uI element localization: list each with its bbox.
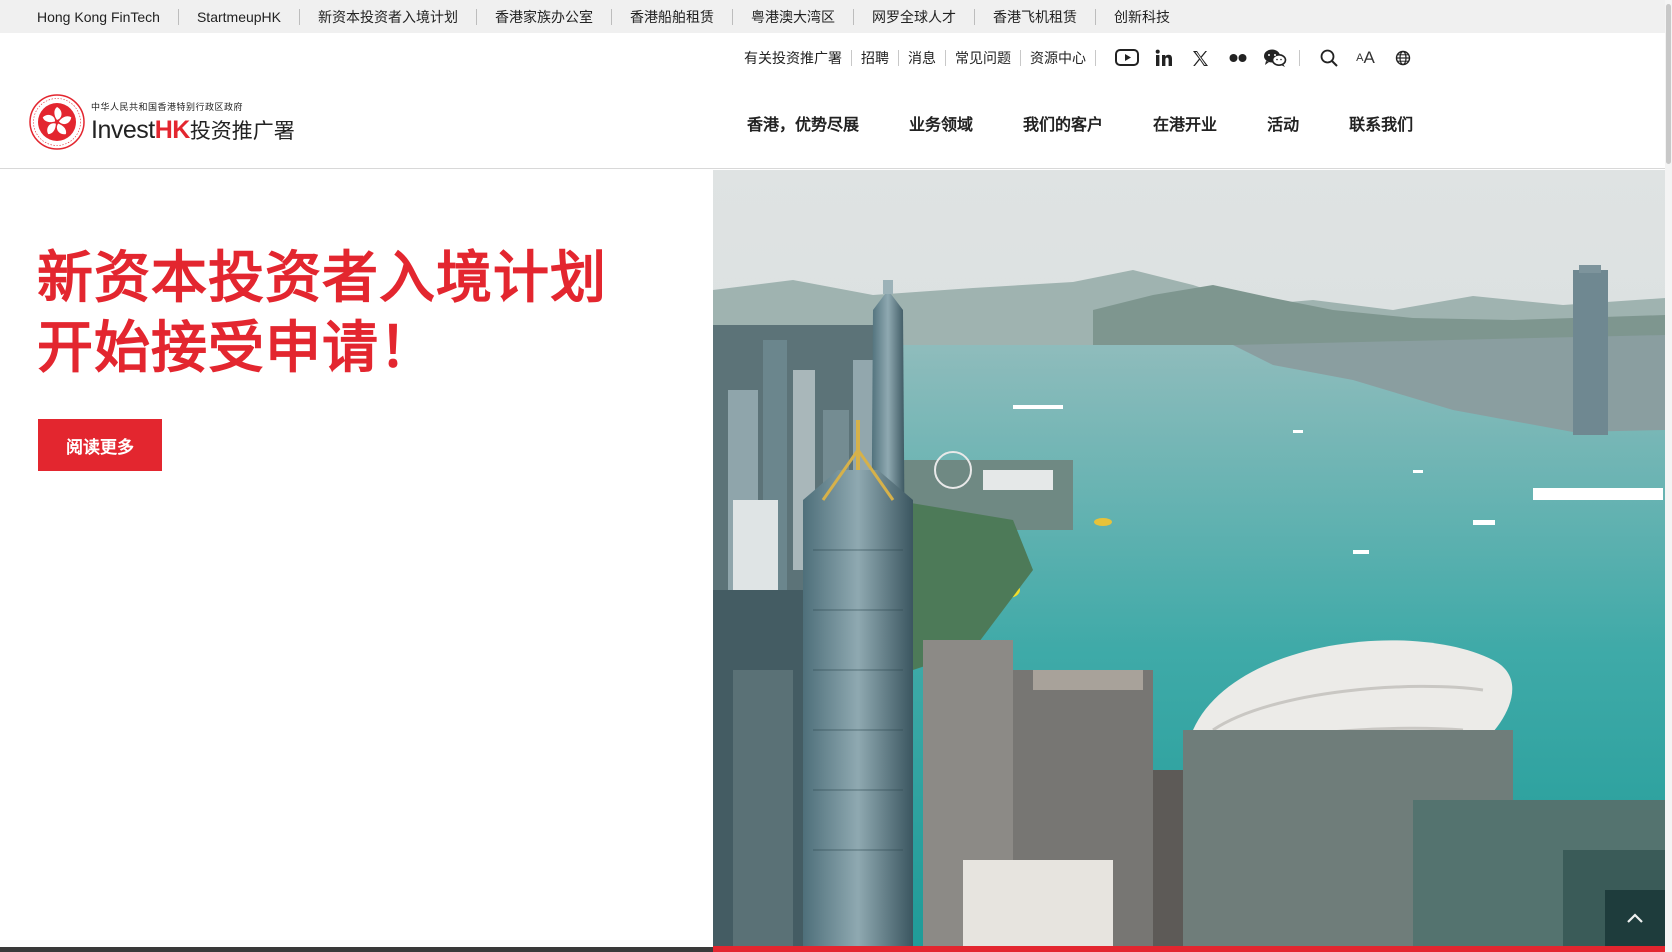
nav-item-why-hk[interactable]: 香港，优势尽展 <box>747 111 859 135</box>
topbar-link-fintech[interactable]: Hong Kong FinTech <box>37 8 179 25</box>
social-links <box>1108 46 1293 70</box>
back-to-top-button[interactable] <box>1605 890 1665 946</box>
util-link-about[interactable]: 有关投资推广署 <box>744 50 852 66</box>
logo-text: 中华人民共和国香港特别行政区政府 InvestHK投资推广署 <box>91 100 295 144</box>
linkedin-icon[interactable] <box>1145 46 1182 70</box>
flickr-icon[interactable] <box>1219 46 1256 70</box>
logo-brand-cn: 投资推广署 <box>189 119 295 143</box>
globe-icon[interactable] <box>1384 46 1421 70</box>
read-more-button[interactable]: 阅读更多 <box>38 419 162 471</box>
hero-accent-bar <box>713 946 1665 952</box>
main-nav: 香港，优势尽展 业务领域 我们的客户 在港开业 活动 联系我们 <box>747 111 1413 135</box>
bottom-divider <box>0 947 713 952</box>
hero-text-panel: 新资本投资者入境计划 开始接受申请！ 阅读更多 <box>0 170 713 952</box>
hero-title: 新资本投资者入境计划 开始接受申请！ <box>37 246 607 381</box>
page-scrollbar-thumb[interactable] <box>1666 4 1671 164</box>
util-link-resources[interactable]: 资源中心 <box>1021 50 1096 66</box>
nav-item-setup[interactable]: 在港开业 <box>1153 111 1217 135</box>
topbar-link-innotech[interactable]: 创新科技 <box>1114 9 1188 25</box>
wechat-icon[interactable] <box>1256 46 1293 70</box>
site-header: 有关投资推广署 招聘 消息 常见问题 资源中心 A A 中华人民共和国香港特别行… <box>0 33 1665 169</box>
top-utility-strip: Hong Kong FinTech StartmeupHK 新资本投资者入境计划… <box>0 0 1672 33</box>
util-link-faq[interactable]: 常见问题 <box>946 50 1021 66</box>
util-link-news[interactable]: 消息 <box>899 50 946 66</box>
topbar-link-investor-scheme[interactable]: 新资本投资者入境计划 <box>318 8 478 25</box>
nav-item-events[interactable]: 活动 <box>1267 111 1299 135</box>
topbar-link-family-office[interactable]: 香港家族办公室 <box>495 8 613 25</box>
utility-nav: 有关投资推广署 招聘 消息 常见问题 资源中心 A A <box>744 43 1421 73</box>
logo-brand-invest: Invest <box>91 116 155 144</box>
topbar-link-ship-leasing[interactable]: 香港船舶租赁 <box>630 8 734 25</box>
hksar-emblem-icon <box>29 94 85 150</box>
topbar-link-startmeuphk[interactable]: StartmeupHK <box>197 8 301 25</box>
nav-item-clients[interactable]: 我们的客户 <box>1023 111 1103 135</box>
chevron-up-icon <box>1627 913 1643 923</box>
font-size-large-label: A <box>1363 48 1375 67</box>
youtube-icon[interactable] <box>1108 46 1145 70</box>
logo-brand: InvestHK投资推广署 <box>91 117 295 144</box>
font-size-small-label: A <box>1356 52 1364 64</box>
topbar-link-global-talent[interactable]: 网罗全球人才 <box>872 8 976 25</box>
x-icon[interactable] <box>1182 46 1219 70</box>
nav-item-contact[interactable]: 联系我们 <box>1349 111 1413 135</box>
divider <box>1299 50 1300 66</box>
util-link-careers[interactable]: 招聘 <box>852 50 899 66</box>
nav-item-sectors[interactable]: 业务领域 <box>909 111 973 135</box>
topbar-link-greater-bay-area[interactable]: 粤港澳大湾区 <box>751 8 855 25</box>
investhk-logo[interactable]: 中华人民共和国香港特别行政区政府 InvestHK投资推广署 <box>29 90 295 154</box>
font-size-toggle[interactable]: AA <box>1347 46 1384 70</box>
header-tools: AA <box>1310 46 1421 70</box>
logo-gov-line: 中华人民共和国香港特别行政区政府 <box>91 103 244 113</box>
page-scrollbar[interactable] <box>1665 0 1672 952</box>
logo-brand-hk: HK <box>154 116 191 144</box>
hero-harbour-image <box>713 170 1665 952</box>
search-icon[interactable] <box>1310 46 1347 70</box>
topbar-link-aircraft-leasing[interactable]: 香港飞机租赁 <box>993 8 1097 25</box>
